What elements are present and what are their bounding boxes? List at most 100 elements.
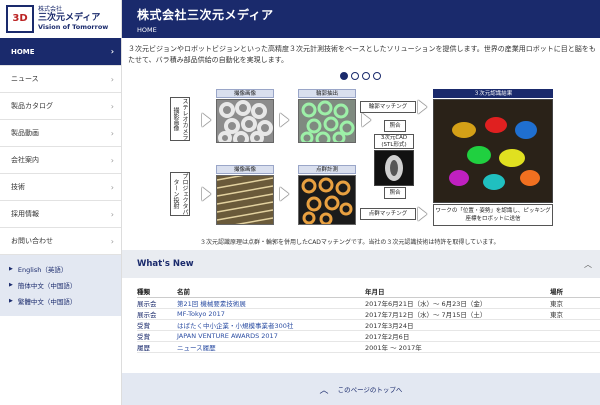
table-row: 受賞 JAPAN VENTURE AWARDS 2017 2017年2月6日 <box>137 330 600 342</box>
news-date: 2001年 ～ 2017年 <box>365 341 550 353</box>
news-place <box>550 341 600 353</box>
table-row: 受賞 はばたく中小企業・小規模事業者300社 2017年3月24日 <box>137 319 600 331</box>
news-place <box>550 319 600 331</box>
sidebar-item-7[interactable]: お問い合わせ › <box>0 228 121 255</box>
news-table: 種類 名前 年月日 場所 展示会 第21回 機械要素技術展 2017年6月21日（水… <box>137 286 600 353</box>
sidebar-item-0[interactable]: HOME › <box>0 38 121 66</box>
sidebar-item-label: 製品動画 <box>11 129 39 137</box>
point-cloud-photo <box>298 175 356 226</box>
chevron-right-icon: › <box>110 101 114 111</box>
arrow-right-icon <box>280 187 289 201</box>
intro-text: ３次元ビジョンやロボットビジョンといった高精度３次元計測技術をベースとしたソリュ… <box>128 45 596 64</box>
breadcrumb[interactable]: HOME <box>137 26 600 34</box>
projector-pattern-label: プロジェクタパターン投射 <box>170 172 190 216</box>
sidebar-item-4[interactable]: 会社案内 › <box>0 147 121 174</box>
language-label: English（英語） <box>17 266 68 274</box>
contour-matching-label: 輪郭マッチング <box>360 101 416 113</box>
sidebar-item-5[interactable]: 技術 › <box>0 174 121 201</box>
triangle-right-icon: ▶ <box>9 282 13 288</box>
carousel-dot-0[interactable] <box>340 72 348 80</box>
chevron-up-icon: ︿ <box>319 385 329 396</box>
carousel-dot-3[interactable] <box>373 72 381 80</box>
back-to-top-bar[interactable]: ︿ このページのトップへ <box>122 373 600 405</box>
news-type: 展示会 <box>137 308 177 320</box>
arrow-right-icon <box>418 207 427 221</box>
sidebar-item-label: 技術 <box>11 183 25 191</box>
collate-bottom-label: 照合 <box>384 187 406 199</box>
column-type: 種類 <box>137 286 177 298</box>
arrow-right-icon <box>280 113 289 127</box>
whats-new-section: What's New ︿ 種類 名前 年月日 場所 展示会 第21回 機械要素技術… <box>122 250 600 370</box>
sidebar-item-2[interactable]: 製品カタログ › <box>0 93 121 120</box>
news-table-header: 種類 名前 年月日 場所 <box>137 286 600 298</box>
chevron-right-icon: › <box>110 182 114 192</box>
table-row: 展示会 第21回 機械要素技術展 2017年6月21日（水）～ 6月23日（金） 東京 <box>137 297 600 309</box>
news-name-link[interactable]: MF-Tokyo 2017 <box>177 308 365 320</box>
sidebar-item-label: お問い合わせ <box>11 237 53 245</box>
column-place: 場所 <box>550 286 600 298</box>
back-to-top-link[interactable]: このページのトップへ <box>338 384 403 394</box>
logo-tagline: Vision of Tomorrow <box>38 23 109 32</box>
arrow-right-icon <box>362 113 371 127</box>
news-name-link[interactable]: 第21回 機械要素技術展 <box>177 297 365 309</box>
photo-label: 撮像画像 <box>216 165 274 174</box>
recognition-result-photo <box>433 99 553 203</box>
result-note: ワークの「位置・姿勢」を認識し、ピッキング座標をロボットに送信 <box>433 204 553 226</box>
photo-label: 撮像画像 <box>216 89 274 98</box>
photo-label: 輪郭抽出 <box>298 89 356 98</box>
language-item-0[interactable]: ▶ English（英語） <box>0 261 121 277</box>
recognition-diagram: ステレオカメラ撮影画像 プロジェクタパターン投射 撮像画像 輪郭抽出 撮像画像 <box>170 87 555 237</box>
chevron-right-icon: › <box>110 74 114 84</box>
chevron-right-icon: › <box>110 47 114 56</box>
sidebar-item-label: ニュース <box>11 75 39 83</box>
sidebar-item-label: 採用情報 <box>11 210 39 218</box>
chevron-right-icon: › <box>110 236 114 246</box>
language-label: 簡体中文（中国語） <box>17 282 77 290</box>
column-date: 年月日 <box>365 286 550 298</box>
news-date: 2017年3月24日 <box>365 319 550 331</box>
pointcloud-matching-label: 点群マッチング <box>360 208 416 220</box>
chevron-right-icon: › <box>110 155 114 165</box>
language-item-1[interactable]: ▶ 簡体中文（中国語） <box>0 277 121 293</box>
cad-model-image <box>374 150 414 186</box>
news-name-link[interactable]: はばたく中小企業・小規模事業者300社 <box>177 319 365 331</box>
pattern-projection-photo <box>216 169 274 237</box>
arrow-right-icon <box>202 187 211 201</box>
column-name: 名前 <box>177 286 365 298</box>
news-date: 2017年7月12日（水）～ 7月15日（土） <box>365 308 550 320</box>
table-row: 履歴 ニュース履歴 2001年 ～ 2017年 <box>137 341 600 353</box>
news-place: 東京 <box>550 308 600 320</box>
cad-label: 3次元CAD (STL形式) <box>374 134 414 149</box>
sidebar-nav: HOME › ニュース › 製品カタログ › 製品動画 › 会社案内 › 技術 › 採用情報 › お問い合わ… <box>0 38 121 255</box>
carousel-dots <box>340 72 381 80</box>
sidebar-item-label: HOME <box>11 47 35 56</box>
sidebar: 3D 株式会社 三次元メディア Vision of Tomorrow HOME ›… <box>0 0 122 405</box>
language-item-2[interactable]: ▶ 繁體中文（中国語） <box>0 293 121 309</box>
triangle-right-icon: ▶ <box>9 298 13 304</box>
news-type: 展示会 <box>137 297 177 309</box>
company-logo[interactable]: 3D 株式会社 三次元メディア Vision of Tomorrow <box>0 0 121 38</box>
news-type: 受賞 <box>137 319 177 331</box>
carousel-dot-2[interactable] <box>362 72 370 80</box>
whats-new-header[interactable]: What's New ︿ <box>122 250 600 278</box>
carousel-dot-1[interactable] <box>351 72 359 80</box>
sidebar-item-6[interactable]: 採用情報 › <box>0 201 121 228</box>
triangle-right-icon: ▶ <box>9 266 13 272</box>
news-name-link[interactable]: ニュース履歴 <box>177 341 365 353</box>
chevron-right-icon: › <box>110 209 114 219</box>
arrow-right-icon <box>202 113 211 127</box>
result-label: ３次元認識結果 <box>433 89 553 98</box>
sidebar-item-3[interactable]: 製品動画 › <box>0 120 121 147</box>
stereo-camera-label: ステレオカメラ撮影画像 <box>170 97 190 141</box>
news-place <box>550 330 600 342</box>
sidebar-item-1[interactable]: ニュース › <box>0 66 121 93</box>
chevron-up-icon[interactable]: ︿ <box>584 259 592 270</box>
news-date: 2017年2月6日 <box>365 330 550 342</box>
logo-company-name: 三次元メディア <box>38 13 101 24</box>
news-type: 履歴 <box>137 341 177 353</box>
page-header: 株式会社三次元メディア HOME <box>122 0 600 38</box>
sidebar-item-label: 製品カタログ <box>11 102 53 110</box>
news-name-link[interactable]: JAPAN VENTURE AWARDS 2017 <box>177 330 365 342</box>
news-place: 東京 <box>550 297 600 309</box>
diagram-caption: ３次元認識原理は点群・輪郭を併用したCADマッチングです。当社の３次元認識技術は… <box>200 239 500 246</box>
